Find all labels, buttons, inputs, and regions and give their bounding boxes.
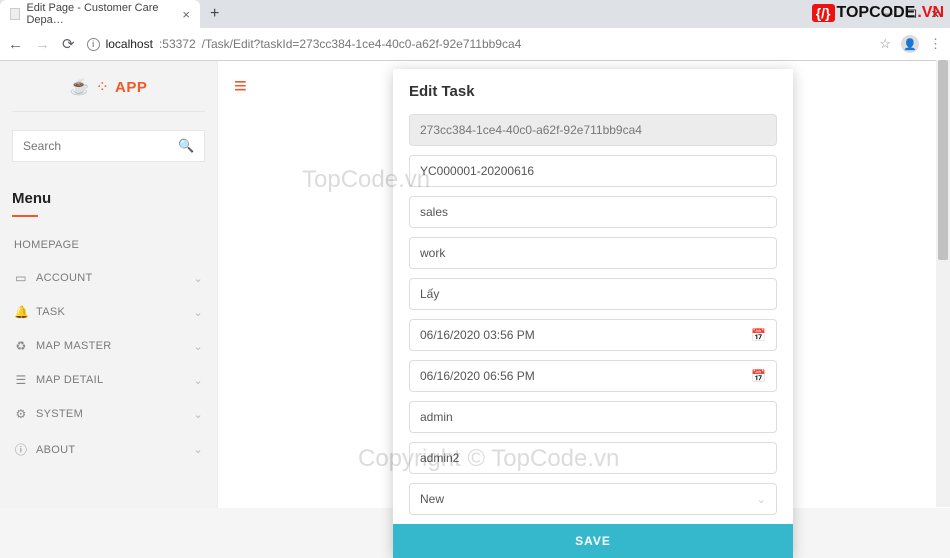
sidebar-item-label: HOMEPAGE <box>14 239 79 251</box>
gears-icon: ⚙ <box>14 407 28 421</box>
end-datetime-field[interactable]: 06/16/2020 06:56 PM📅 <box>409 360 777 392</box>
calendar-icon[interactable]: 📅 <box>751 369 766 383</box>
bell-icon: 🔔 <box>14 305 28 319</box>
url-port: :53372 <box>159 37 196 51</box>
task-name-field[interactable]: Lấy <box>409 278 777 310</box>
tab-bar: Edit Page - Customer Care Depa… × + — ❐ … <box>0 0 950 28</box>
calendar-icon[interactable]: 📅 <box>751 328 766 342</box>
chevron-down-icon: ⌄ <box>193 408 203 421</box>
save-button[interactable]: SAVE <box>393 524 793 558</box>
sidebar-item-label: MAP MASTER <box>36 340 112 352</box>
search-box[interactable]: 🔍 <box>12 130 205 162</box>
chevron-down-icon: ⌄ <box>193 272 203 285</box>
topcode-logo: {/} TOPCODE.VN <box>812 4 944 22</box>
sidebar-item-homepage[interactable]: HOMEPAGE <box>12 229 205 261</box>
chevron-down-icon: ⌄ <box>193 443 203 456</box>
sidebar-item-map-master[interactable]: ♻ MAP MASTER ⌄ <box>12 329 205 363</box>
forward-icon[interactable]: → <box>35 36 50 53</box>
site-info-icon[interactable]: i <box>87 38 100 51</box>
browser-chrome: Edit Page - Customer Care Depa… × + — ❐ … <box>0 0 950 61</box>
sliders-icon: ☰ <box>14 373 28 387</box>
tab-title: Edit Page - Customer Care Depa… <box>26 2 172 26</box>
sidebar-item-label: ABOUT <box>36 444 75 456</box>
sidebar: ☕ ⁘ APP 🔍 Menu HOMEPAGE ▭ ACCOUNT ⌄ 🔔 TASK… <box>0 61 218 508</box>
back-icon[interactable]: ← <box>8 36 23 53</box>
id-card-icon: ▭ <box>14 271 28 285</box>
url-field[interactable]: i localhost :53372/Task/Edit?taskId=273cc… <box>87 37 868 51</box>
sidebar-item-label: TASK <box>36 306 65 318</box>
topcode-suffix: .VN <box>917 4 944 22</box>
chevron-down-icon: ⌄ <box>757 493 766 506</box>
address-bar: ← → ⟳ i localhost :53372/Task/Edit?taskId… <box>0 28 950 60</box>
status-select[interactable]: New⌄ <box>409 483 777 515</box>
chevron-down-icon: ⌄ <box>193 374 203 387</box>
sidebar-item-about[interactable]: ⓘ ABOUT ⌄ <box>12 431 205 468</box>
tab-favicon <box>10 8 20 20</box>
tab-close-icon[interactable]: × <box>182 7 190 22</box>
cup-icon: ☕ <box>70 77 90 97</box>
new-tab-button[interactable]: + <box>200 5 229 23</box>
scrollbar-thumb[interactable] <box>938 60 948 260</box>
info-icon: ⓘ <box>14 441 28 458</box>
topcode-brand: TOPCODE <box>837 4 916 22</box>
sidebar-item-system[interactable]: ⚙ SYSTEM ⌄ <box>12 397 205 431</box>
sidebar-item-task[interactable]: 🔔 TASK ⌄ <box>12 295 205 329</box>
app-logo[interactable]: ☕ ⁘ APP <box>12 71 205 112</box>
app-root: ☕ ⁘ APP 🔍 Menu HOMEPAGE ▭ ACCOUNT ⌄ 🔔 TASK… <box>0 61 950 508</box>
reload-icon[interactable]: ⟳ <box>62 35 75 53</box>
assignee2-field[interactable]: admin2 <box>409 442 777 474</box>
sidebar-item-label: MAP DETAIL <box>36 374 103 386</box>
card-title: Edit Task <box>409 83 777 100</box>
task-id-field: 273cc384-1ce4-40c0-a62f-92e711bb9ca4 <box>409 114 777 146</box>
app-name: APP <box>115 79 147 96</box>
main-content: ≡ Edit Task 273cc384-1ce4-40c0-a62f-92e7… <box>218 61 950 508</box>
brand-icon: ⁘ <box>96 77 109 97</box>
start-datetime-field[interactable]: 06/16/2020 03:56 PM📅 <box>409 319 777 351</box>
sidebar-item-label: ACCOUNT <box>36 272 93 284</box>
search-icon[interactable]: 🔍 <box>178 138 194 154</box>
url-host: localhost <box>106 37 153 51</box>
url-path: /Task/Edit?taskId=273cc384-1ce4-40c0-a62… <box>202 37 522 51</box>
bookmark-icon[interactable]: ☆ <box>879 36 891 52</box>
sidebar-item-label: SYSTEM <box>36 408 83 420</box>
menu-heading: Menu <box>12 190 205 213</box>
vertical-scrollbar[interactable] <box>936 60 950 507</box>
sidebar-item-account[interactable]: ▭ ACCOUNT ⌄ <box>12 261 205 295</box>
assignee1-field[interactable]: admin <box>409 401 777 433</box>
task-code-field[interactable]: YC000001-20200616 <box>409 155 777 187</box>
task-type-field[interactable]: sales <box>409 196 777 228</box>
menu-underline <box>12 215 38 217</box>
recycle-icon: ♻ <box>14 339 28 353</box>
topcode-brace-icon: {/} <box>812 4 835 22</box>
sidebar-item-map-detail[interactable]: ☰ MAP DETAIL ⌄ <box>12 363 205 397</box>
chevron-down-icon: ⌄ <box>193 340 203 353</box>
edit-task-card: Edit Task 273cc384-1ce4-40c0-a62f-92e711… <box>393 69 793 558</box>
browser-menu-icon[interactable]: ⋮ <box>929 36 942 52</box>
profile-avatar-icon[interactable]: 👤 <box>901 35 919 53</box>
task-category-field[interactable]: work <box>409 237 777 269</box>
search-input[interactable] <box>23 139 178 153</box>
browser-tab[interactable]: Edit Page - Customer Care Depa… × <box>0 0 200 28</box>
chevron-down-icon: ⌄ <box>193 306 203 319</box>
